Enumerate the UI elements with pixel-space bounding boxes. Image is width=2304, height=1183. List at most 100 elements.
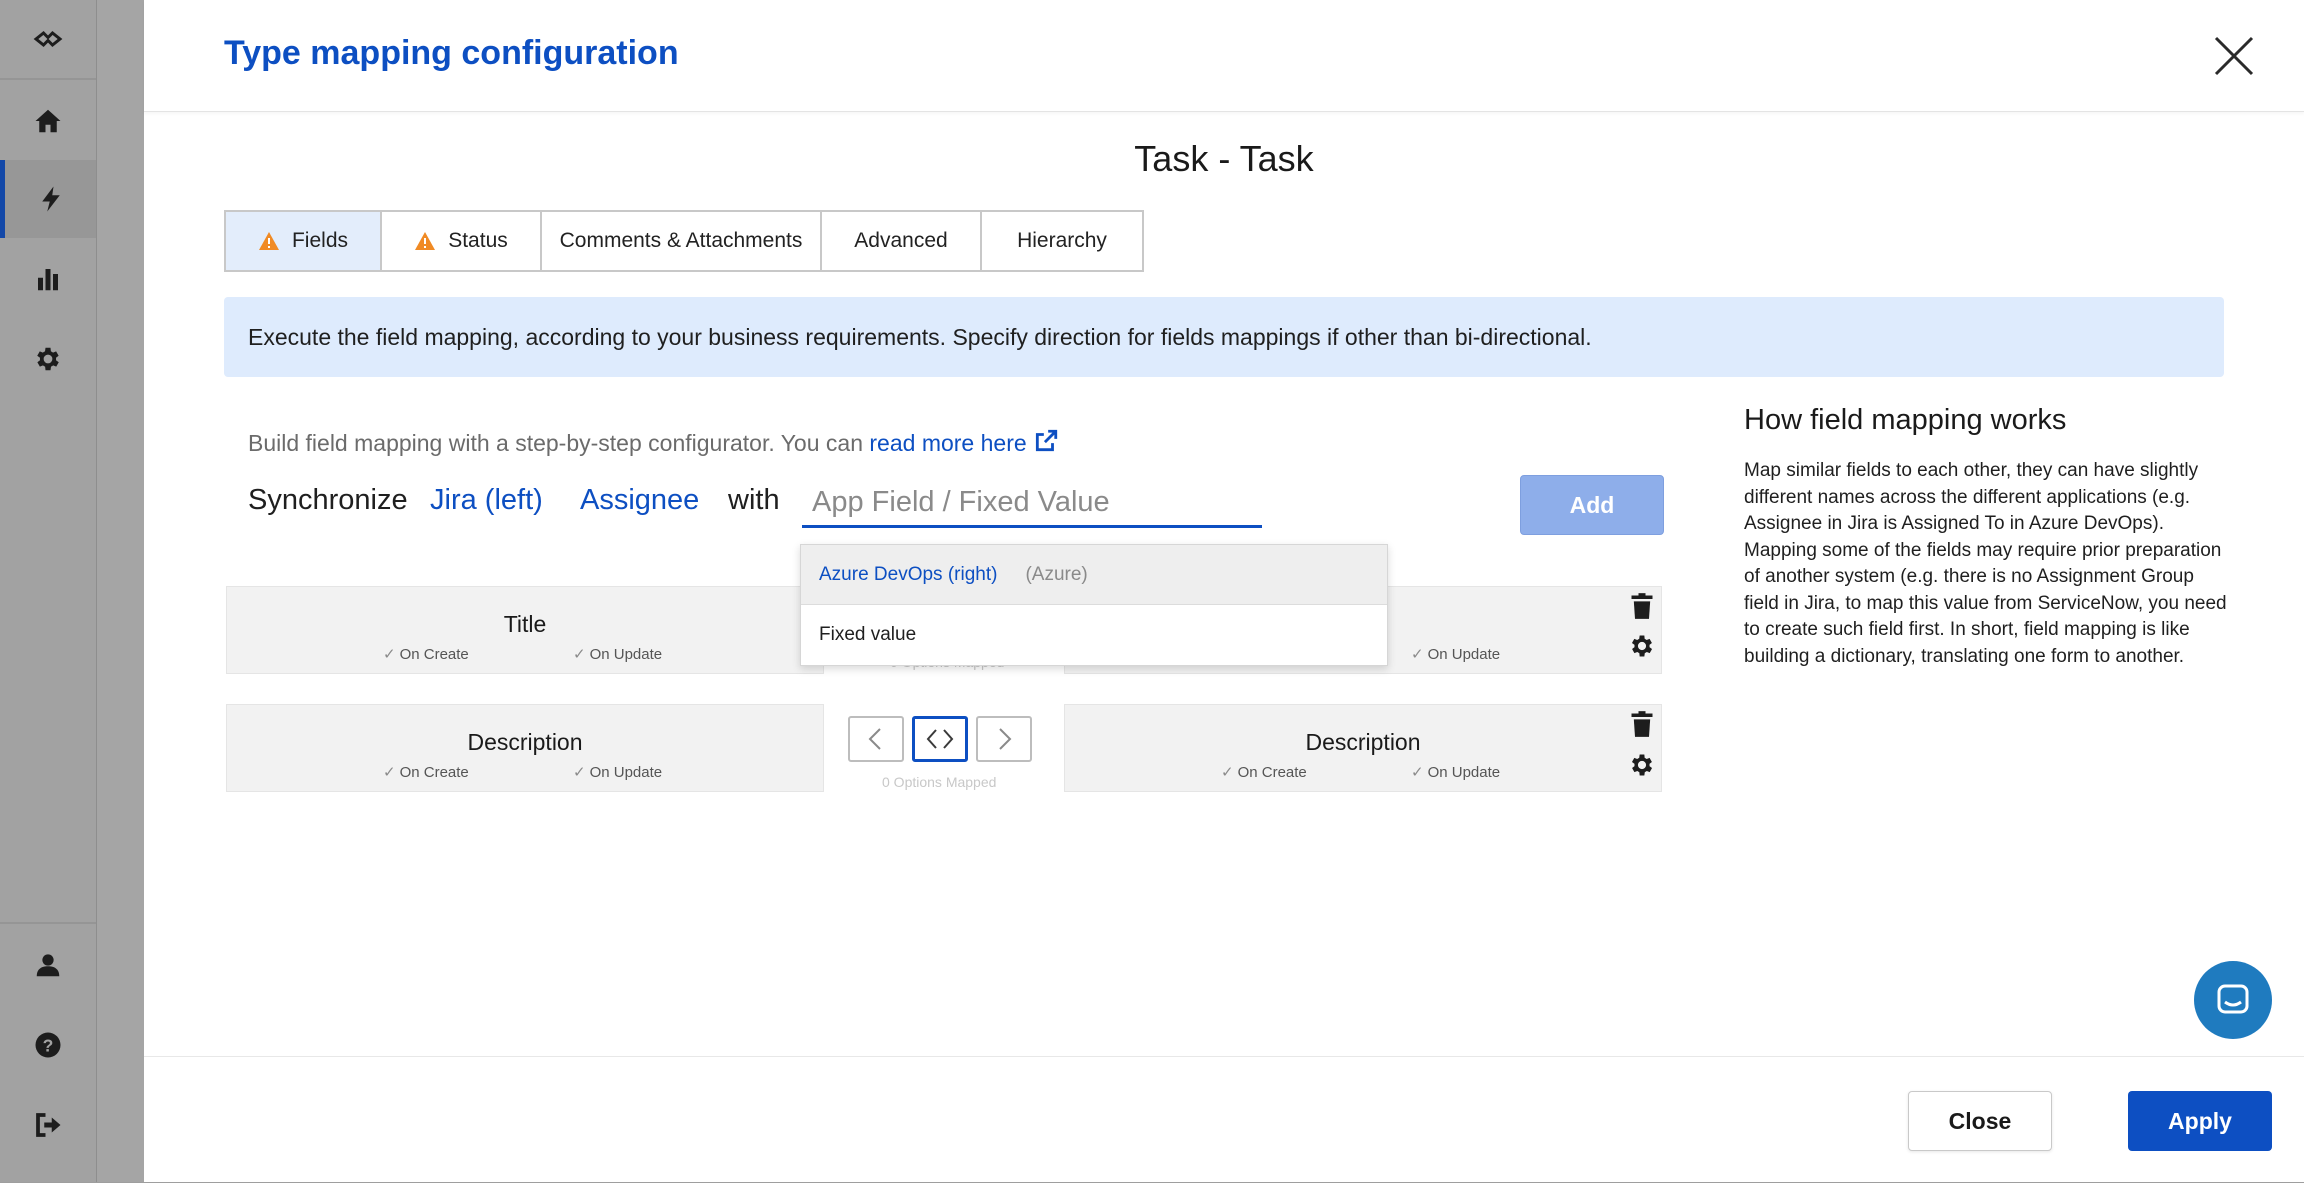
side-selector[interactable]: Jira (left) bbox=[430, 484, 543, 517]
on-create-flag[interactable]: ✓ On Create bbox=[383, 645, 469, 663]
synchronize-label: Synchronize bbox=[248, 484, 408, 516]
lightning-icon bbox=[41, 186, 60, 212]
chevron-right-icon bbox=[999, 728, 1012, 750]
external-link-icon bbox=[1035, 429, 1057, 452]
apply-button[interactable]: Apply bbox=[2128, 1091, 2272, 1151]
target-dropdown: Azure DevOps (right) (Azure) Fixed value bbox=[800, 544, 1388, 666]
on-create-flag[interactable]: ✓ On Create bbox=[1221, 763, 1307, 781]
info-banner: Execute the field mapping, according to … bbox=[224, 297, 2224, 377]
left-nav: ? bbox=[0, 0, 96, 1182]
dropdown-item-azure[interactable]: Azure DevOps (right) (Azure) bbox=[801, 545, 1387, 605]
nav-divider bbox=[0, 922, 96, 924]
field-name: Description bbox=[1305, 729, 1421, 755]
on-update-flag[interactable]: ✓ On Update bbox=[573, 645, 662, 663]
on-update-flag[interactable]: ✓ On Update bbox=[1411, 763, 1500, 781]
direction-left-button[interactable] bbox=[848, 716, 904, 762]
tab-hierarchy[interactable]: Hierarchy bbox=[982, 212, 1142, 270]
with-label: with bbox=[728, 484, 780, 516]
flag-label: On Update bbox=[1427, 646, 1501, 663]
tab-comments-attachments[interactable]: Comments & Attachments bbox=[542, 212, 822, 270]
background-page bbox=[96, 0, 145, 1182]
field-name: Title bbox=[503, 611, 547, 637]
nav-home[interactable] bbox=[0, 82, 96, 160]
direction-both-button[interactable] bbox=[912, 716, 968, 762]
gear-icon[interactable] bbox=[1628, 632, 1656, 660]
nav-connections[interactable] bbox=[0, 160, 96, 238]
tab-label: Advanced bbox=[854, 229, 948, 252]
modal-footer: Close Apply bbox=[144, 1056, 2304, 1183]
check-icon: ✓ bbox=[383, 646, 396, 663]
help-title: How field mapping works bbox=[1744, 404, 2067, 436]
trash-icon[interactable] bbox=[1628, 592, 1656, 620]
on-update-flag[interactable]: ✓ On Update bbox=[573, 763, 662, 781]
tab-status[interactable]: Status bbox=[382, 212, 542, 270]
tab-advanced[interactable]: Advanced bbox=[822, 212, 982, 270]
logout-icon bbox=[36, 1113, 61, 1137]
target-field-input[interactable]: App Field / Fixed Value bbox=[802, 480, 1262, 528]
home-icon bbox=[35, 109, 61, 133]
modal-close-button[interactable] bbox=[2212, 34, 2256, 78]
check-icon: ✓ bbox=[573, 764, 586, 781]
nav-divider bbox=[0, 78, 96, 80]
options-mapped: 0 Options Mapped bbox=[882, 774, 997, 790]
logo-icon[interactable] bbox=[0, 0, 96, 78]
svg-text:?: ? bbox=[43, 1035, 54, 1055]
flag-label: On Update bbox=[1427, 764, 1501, 781]
flag-label: On Update bbox=[589, 646, 663, 663]
nav-profile[interactable] bbox=[0, 926, 96, 1004]
mapping-right-field[interactable]: Description ✓ On Create ✓ On Update bbox=[1064, 704, 1662, 792]
help-icon: ? bbox=[35, 1032, 61, 1058]
mapping-left-field[interactable]: Title ✓ On Create ✓ On Update bbox=[226, 586, 824, 674]
info-text: Execute the field mapping, according to … bbox=[248, 323, 1592, 350]
nav-logout[interactable] bbox=[0, 1086, 96, 1164]
dropdown-item-label: Fixed value bbox=[819, 623, 917, 645]
brand-logo-icon bbox=[33, 30, 63, 48]
gear-icon bbox=[37, 347, 59, 371]
tab-fields[interactable]: Fields bbox=[226, 212, 382, 270]
flag-label: On Create bbox=[399, 764, 469, 781]
modal-title: Type mapping configuration bbox=[224, 34, 679, 72]
tab-label: Status bbox=[448, 229, 508, 252]
tab-label: Comments & Attachments bbox=[559, 229, 803, 252]
on-create-flag[interactable]: ✓ On Create bbox=[383, 763, 469, 781]
check-icon: ✓ bbox=[1411, 646, 1424, 663]
direction-right-button[interactable] bbox=[976, 716, 1032, 762]
tab-label: Fields bbox=[291, 229, 349, 252]
chat-button[interactable] bbox=[2194, 961, 2272, 1039]
add-button[interactable]: Add bbox=[1520, 475, 1664, 535]
dropdown-item-fixed-value[interactable]: Fixed value bbox=[801, 605, 1387, 664]
builder-hint: Build field mapping with a step-by-step … bbox=[248, 428, 1059, 457]
mapping-subtitle: Task - Task bbox=[1134, 138, 1314, 179]
trash-icon[interactable] bbox=[1628, 710, 1656, 738]
chevron-left-icon bbox=[868, 728, 881, 750]
direction-selector bbox=[848, 716, 1032, 762]
warning-icon bbox=[258, 232, 279, 250]
check-icon: ✓ bbox=[383, 764, 396, 781]
flag-label: On Create bbox=[1237, 764, 1307, 781]
read-more-link[interactable]: read more here bbox=[869, 429, 1058, 456]
check-icon: ✓ bbox=[1411, 764, 1424, 781]
bar-chart-icon bbox=[38, 269, 58, 291]
flag-label: On Update bbox=[589, 764, 663, 781]
nav-help[interactable]: ? bbox=[0, 1006, 96, 1084]
nav-settings[interactable] bbox=[0, 320, 96, 398]
bidirectional-icon bbox=[926, 729, 954, 749]
hint-text: Build field mapping with a step-by-step … bbox=[248, 430, 870, 456]
tab-bar: Fields Status Comments & Attachments Adv… bbox=[224, 210, 1144, 272]
dropdown-item-sub: (Azure) bbox=[1025, 563, 1088, 585]
check-icon: ✓ bbox=[573, 646, 586, 663]
dropdown-item-label: Azure DevOps (right) bbox=[819, 563, 998, 585]
field-selector[interactable]: Assignee bbox=[580, 484, 699, 517]
modal-header: Type mapping configuration bbox=[144, 0, 2304, 112]
chat-icon bbox=[2217, 984, 2249, 1014]
close-icon bbox=[2214, 36, 2254, 76]
mapping-left-field[interactable]: Description ✓ On Create ✓ On Update bbox=[226, 704, 824, 792]
on-update-flag[interactable]: ✓ On Update bbox=[1411, 645, 1500, 663]
user-icon bbox=[36, 954, 60, 977]
close-button[interactable]: Close bbox=[1908, 1091, 2052, 1151]
field-name: Description bbox=[467, 729, 583, 755]
nav-analytics[interactable] bbox=[0, 240, 96, 318]
tab-label: Hierarchy bbox=[1017, 229, 1107, 252]
gear-icon[interactable] bbox=[1628, 751, 1656, 779]
flag-label: On Create bbox=[399, 646, 469, 663]
